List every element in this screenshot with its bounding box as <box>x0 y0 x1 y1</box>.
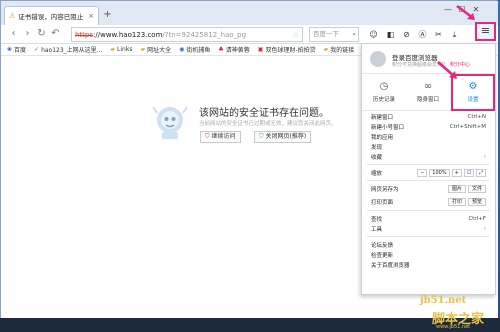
search-icon[interactable]: ⌕ <box>352 28 356 41</box>
bookmark-item[interactable]: ◉ 街机捕鱼 <box>179 45 210 54</box>
leaf-icon: ✓ <box>34 46 40 53</box>
divider <box>367 164 490 165</box>
forward-icon[interactable]: › <box>21 27 34 41</box>
menu-button[interactable]: ≡ <box>475 22 496 41</box>
refresh-icon[interactable]: ↻ <box>35 27 48 41</box>
zoom-in-button[interactable]: + <box>451 169 462 177</box>
url-scheme: https <box>75 30 94 39</box>
undo-icon[interactable]: ↶ <box>49 27 62 41</box>
gear-icon: ⚙ <box>468 81 478 92</box>
menu-new-window[interactable]: 新建窗口 Ctrl+N <box>362 112 495 122</box>
chat-icon[interactable]: ☺ <box>367 28 380 41</box>
menu-favorites[interactable]: 收藏 › <box>362 152 495 162</box>
ball-icon: ▣ <box>257 46 264 53</box>
avatar[interactable] <box>370 51 386 67</box>
menu-save-as[interactable]: 网页另存为 图片 文件 <box>362 184 495 194</box>
minimize-button[interactable]: — <box>441 4 455 16</box>
url-path: /?tn=92425812_hao_pg <box>162 30 247 39</box>
clock-icon: ◷ <box>379 81 389 92</box>
bookmark-item[interactable]: ▣ 双色球理财-拍拍贷 <box>258 45 316 54</box>
address-bar[interactable]: https ://www.hao123.com /?tn=92425812_ha… <box>71 27 303 42</box>
tab-title: 证书错误，内容已阻止 <box>18 13 84 21</box>
tab-active[interactable]: ⚠ 证书错误，内容已阻止 × <box>4 6 99 25</box>
save-file-button[interactable]: 文件 <box>467 185 486 193</box>
divider <box>367 180 490 181</box>
zoom-value: 100% <box>429 169 450 177</box>
folder-icon: ▰ <box>110 46 116 53</box>
save-image-button[interactable]: 图片 <box>447 185 466 193</box>
star-icon[interactable]: ☆ <box>293 31 299 39</box>
bookmark-item[interactable]: ✓ hao123_上网从这里... <box>34 45 102 54</box>
error-subtitle: 当前网站的安全证书已过期或无效，建议您关闭此网页。 <box>199 121 337 127</box>
bookmark-item[interactable]: ▰ Links <box>110 46 132 53</box>
tab-close-icon[interactable]: × <box>88 12 94 20</box>
menu-discover[interactable]: 发现 <box>362 142 495 152</box>
new-tab-button[interactable]: + <box>102 10 113 21</box>
continue-button[interactable]: ⛉ 继续访问 <box>200 131 241 143</box>
menu-tiles: ◷ 历史记录 ∞ 隐身窗口 ⚙ 设置 <box>362 73 495 111</box>
divider <box>367 236 490 237</box>
menu-find[interactable]: 查找 Ctrl+F <box>362 214 495 224</box>
lock-icon[interactable]: ⊡ <box>463 169 474 177</box>
download-icon[interactable]: ⤓ <box>448 28 461 41</box>
warning-icon: ⚠ <box>9 12 16 20</box>
url-host: ://www.hao123.com <box>93 30 163 39</box>
divider <box>367 210 490 211</box>
tab-bar: ⚠ 证书错误，内容已阻止 × + — ☐ ✕ <box>1 1 498 25</box>
adblock-icon[interactable]: ⊘ <box>400 28 413 41</box>
main-menu: 登录百度浏览器 积分可兑换超级会员VIP，积分中心 ◷ 历史记录 ∞ 隐身窗口 … <box>361 43 496 295</box>
folder-icon: ▰ <box>323 46 329 53</box>
game-icon: ◉ <box>179 46 185 53</box>
bookmark-item[interactable]: ▰ 我的链接 <box>324 45 355 54</box>
error-title: 该网站的安全证书存在问题。 <box>199 108 329 119</box>
paw-icon: ❀ <box>7 46 13 53</box>
taskbar <box>0 318 500 332</box>
bookmark-item[interactable]: ♣ 请神黄蓉 <box>218 45 249 54</box>
print-preview-button[interactable]: 预览 <box>467 198 486 206</box>
fullscreen-icon[interactable]: ⤢ <box>475 169 486 177</box>
extension-icon[interactable]: ◧ <box>384 28 397 41</box>
annotation-arrow-icon <box>437 61 457 79</box>
menu-forum-feedback[interactable]: 论坛反馈 <box>362 240 495 250</box>
mascot-icon <box>152 106 188 139</box>
zoom-out-button[interactable]: − <box>417 169 428 177</box>
shield-check-icon: ⛉ <box>259 133 264 140</box>
menu-new-private-window[interactable]: 新建小号窗口 Ctrl+Shift+M <box>362 122 495 132</box>
history-tile[interactable]: ◷ 历史记录 <box>362 74 406 111</box>
bookmark-item[interactable]: ❀ 百度 <box>7 45 26 54</box>
menu-about[interactable]: 关于百度浏览器 <box>362 260 495 270</box>
menu-my-apps[interactable]: 我的应用 <box>362 132 495 142</box>
menu-check-update[interactable]: 检查更新 <box>362 250 495 260</box>
translate-icon[interactable]: Ⓐ <box>416 28 429 41</box>
search-box[interactable]: 百度一下 ⌕ <box>309 27 359 42</box>
chevron-right-icon: › <box>483 226 486 232</box>
menu-print[interactable]: 打印页面 打印 预览 <box>362 197 495 207</box>
pin-icon: ♣ <box>218 46 224 53</box>
search-placeholder: 百度一下 <box>313 30 339 38</box>
nav-bar: ‹ › ↻ ↶ https ://www.hao123.com /?tn=924… <box>1 25 498 44</box>
watermark-domain: jb51.net <box>420 295 467 306</box>
close-page-button[interactable]: ⛉ 关闭网页(推荐) <box>254 131 312 143</box>
bookmark-item[interactable]: ▰ 网址大全 <box>140 45 171 54</box>
annotation-arrow-icon <box>456 5 475 20</box>
chevron-right-icon: › <box>483 154 486 160</box>
mask-icon: ∞ <box>423 81 433 92</box>
print-button[interactable]: 打印 <box>447 198 466 206</box>
menu-zoom: 缩放 − 100% + ⊡ ⤢ <box>362 168 495 178</box>
shield-warning-icon: ⛉ <box>205 133 210 140</box>
watermark-url: www.jb51.net <box>436 324 471 330</box>
menu-tools[interactable]: 工具 › <box>362 224 495 234</box>
grid-icon: ▰ <box>140 46 146 53</box>
back-icon[interactable]: ‹ <box>7 27 20 41</box>
scissors-icon[interactable]: ✂ <box>432 28 445 41</box>
